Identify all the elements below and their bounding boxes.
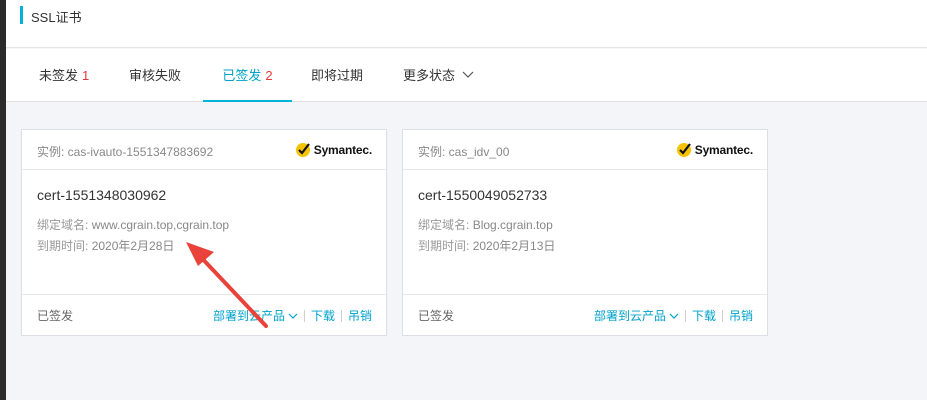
expire-row: 到期时间: 2020年2月28日 (37, 237, 174, 254)
expire-row: 到期时间: 2020年2月13日 (418, 237, 555, 254)
domain-value: www.cgrain.top,cgrain.top (91, 218, 230, 232)
status-text: 已签发 (418, 309, 455, 323)
tab-label: 已签发 (222, 68, 262, 83)
tab-unissued[interactable]: 未签发 1 (39, 49, 89, 102)
tab-more-status[interactable]: 更多状态 (403, 49, 474, 102)
chevron-down-icon (462, 71, 474, 78)
chevron-down-icon (669, 313, 679, 319)
domain-value: Blog.cgrain.top (472, 218, 553, 232)
brand-text: Symantec. (313, 143, 372, 157)
divider (721, 309, 723, 322)
deploy-button[interactable]: 部署到云产品 (213, 307, 298, 324)
deploy-label: 部署到云产品 (212, 309, 285, 323)
cert-name: cert-1550049052733 (418, 187, 548, 203)
expire-value: 2020年2月13日 (472, 239, 556, 253)
domain-label: 绑定域名: (418, 218, 470, 232)
symantec-logo: Symantec. (294, 141, 372, 159)
divider (303, 309, 305, 322)
download-link[interactable]: 下载 (311, 307, 335, 324)
tab-label: 审核失败 (129, 68, 182, 83)
revoke-link[interactable]: 吊销 (348, 307, 372, 324)
status-text: 已签发 (37, 309, 74, 323)
deploy-button[interactable]: 部署到云产品 (594, 307, 679, 324)
status-tabs: 未签发 1 审核失败 已签发 2 即将过期 更多状态 (6, 49, 927, 102)
page-header: SSL证书 (6, 0, 927, 48)
revoke-link[interactable]: 吊销 (729, 307, 753, 324)
tab-label: 即将过期 (311, 68, 364, 83)
download-link[interactable]: 下载 (692, 307, 716, 324)
expire-label: 到期时间: (37, 239, 89, 253)
divider (340, 309, 342, 322)
instance-label: 实例: cas-ivauto-1551347883692 (37, 145, 214, 159)
tab-issued[interactable]: 已签发 2 (203, 49, 292, 102)
cert-name: cert-1551348030962 (37, 187, 167, 203)
card-footer: 已签发 部署到云产品 下载 吊销 (22, 294, 386, 335)
domain-label: 绑定域名: (37, 218, 89, 232)
title-accent-bar (20, 6, 23, 24)
instance-label: 实例: cas_idv_00 (418, 145, 510, 159)
expire-label: 到期时间: (418, 239, 470, 253)
brand-text: Symantec. (694, 143, 753, 157)
chevron-down-icon (288, 313, 298, 319)
cert-card: 实例: cas-ivauto-1551347883692 Symantec. c… (21, 129, 387, 336)
tab-expiring[interactable]: 即将过期 (311, 49, 363, 102)
expire-value: 2020年2月28日 (91, 239, 175, 253)
card-actions: 部署到云产品 下载 吊销 (213, 307, 372, 324)
card-header: 实例: cas_idv_00 Symantec. (403, 130, 767, 170)
symantec-logo: Symantec. (675, 141, 753, 159)
tab-audit-failed[interactable]: 审核失败 (129, 49, 181, 102)
checkmark-logo-icon (295, 143, 310, 157)
cert-card: 实例: cas_idv_00 Symantec. cert-1550049052… (402, 129, 768, 336)
card-actions: 部署到云产品 下载 吊销 (594, 307, 753, 324)
card-footer: 已签发 部署到云产品 下载 吊销 (403, 294, 767, 335)
page-title: SSL证书 (31, 10, 82, 25)
checkmark-logo-icon (676, 143, 691, 157)
card-header: 实例: cas-ivauto-1551347883692 Symantec. (22, 130, 386, 170)
domain-row: 绑定域名: Blog.cgrain.top (418, 216, 553, 233)
tab-count: 1 (82, 68, 90, 83)
divider (684, 309, 686, 322)
tab-count: 2 (265, 68, 273, 83)
deploy-label: 部署到云产品 (593, 309, 666, 323)
tab-label: 更多状态 (403, 68, 456, 83)
domain-row: 绑定域名: www.cgrain.top,cgrain.top (37, 216, 229, 233)
tab-label: 未签发 (39, 68, 79, 83)
